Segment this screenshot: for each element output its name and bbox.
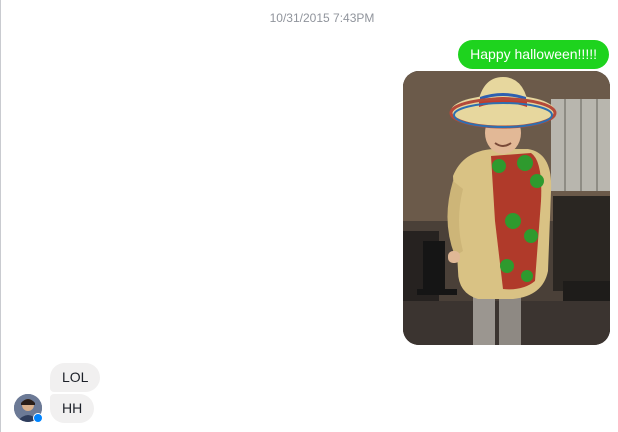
outgoing-photo-attachment[interactable] xyxy=(403,71,610,345)
conversation-thread: 10/31/2015 7:43PM Happy halloween!!!!! L… xyxy=(0,0,618,432)
incoming-message-bubble[interactable]: LOL xyxy=(50,363,101,392)
costume-photo-image xyxy=(403,71,610,345)
incoming-message-bubble[interactable]: HH xyxy=(50,394,95,423)
message-timestamp: 10/31/2015 7:43PM xyxy=(269,11,375,25)
messenger-badge-icon xyxy=(33,413,43,423)
outgoing-message-bubble[interactable]: Happy halloween!!!!! xyxy=(458,40,609,69)
